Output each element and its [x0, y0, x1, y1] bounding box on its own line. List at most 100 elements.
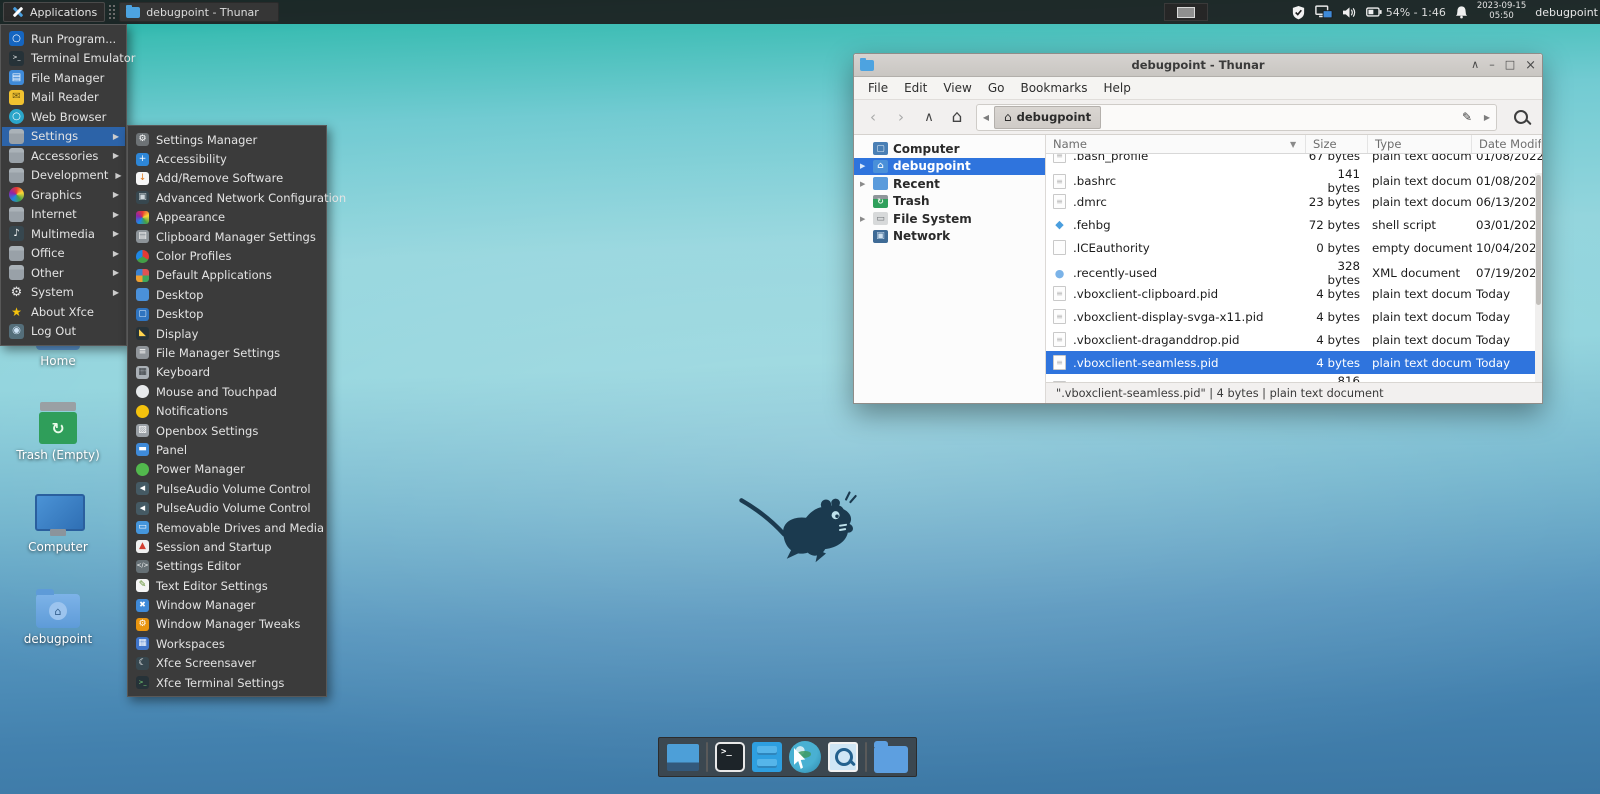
home-button[interactable]: ⌂: [944, 104, 970, 130]
column-header[interactable]: Date Modified: [1472, 135, 1542, 153]
volume-icon[interactable]: [1342, 6, 1357, 19]
forward-button[interactable]: ›: [888, 104, 914, 130]
submenu-item[interactable]: ▢ Desktop: [129, 305, 325, 324]
terminal-launcher-icon[interactable]: >_: [715, 742, 745, 772]
file-row[interactable]: ≡ .bash_profile 67 bytes plain text docu…: [1046, 154, 1542, 167]
submenu-item[interactable]: ◣ Display: [129, 324, 325, 343]
file-row[interactable]: ● .recently-used 328 bytes XML document …: [1046, 259, 1542, 287]
panel-grip[interactable]: [109, 5, 116, 19]
scrollbar-thumb[interactable]: [1536, 175, 1541, 305]
file-row[interactable]: ◆ .fehbg 72 bytes shell script 03/01/202…: [1046, 213, 1542, 236]
file-manager-launcher-icon[interactable]: [752, 742, 782, 772]
menu-bar-item[interactable]: File: [860, 81, 896, 95]
submenu-item[interactable]: ◀ PulseAudio Volume Control: [129, 498, 325, 517]
submenu-item[interactable]: ⚙ Window Manager Tweaks: [129, 615, 325, 634]
menu-item[interactable]: ⚙ System ▶: [2, 283, 125, 303]
back-button[interactable]: ‹: [860, 104, 886, 130]
menu-bar-item[interactable]: Help: [1096, 81, 1139, 95]
submenu-item[interactable]: Notifications: [129, 401, 325, 420]
submenu-item[interactable]: Desktop: [129, 285, 325, 304]
submenu-item[interactable]: Mouse and Touchpad: [129, 382, 325, 401]
file-row[interactable]: ≡ .dmrc 23 bytes plain text document 06/…: [1046, 190, 1542, 213]
desktop-icon[interactable]: Computer: [10, 494, 106, 554]
path-scroll-left-icon[interactable]: ◀: [978, 106, 994, 129]
sidebar-item[interactable]: ▶ Recent: [854, 175, 1045, 193]
edit-path-icon[interactable]: ✎: [1455, 106, 1479, 129]
submenu-item[interactable]: ▦ Keyboard: [129, 363, 325, 382]
workspace-switcher[interactable]: [1164, 3, 1208, 21]
menu-item[interactable]: Internet ▶: [2, 205, 125, 225]
applications-button[interactable]: Applications: [3, 2, 106, 22]
sidebar-item[interactable]: ▶ ▢ Computer: [854, 140, 1045, 158]
sidebar-item[interactable]: ▶ ⌂ debugpoint: [854, 157, 1045, 175]
column-header[interactable]: Name: [1046, 135, 1306, 153]
column-header[interactable]: Size: [1306, 135, 1368, 153]
submenu-item[interactable]: ✎ Text Editor Settings: [129, 576, 325, 595]
sidebar-item[interactable]: ▶ ▭ File System: [854, 210, 1045, 228]
submenu-item[interactable]: Color Profiles: [129, 246, 325, 265]
file-row[interactable]: .ICEauthority 0 bytes empty document 10/…: [1046, 236, 1542, 259]
submenu-item[interactable]: Appearance: [129, 208, 325, 227]
submenu-item[interactable]: ▨ Openbox Settings: [129, 421, 325, 440]
battery-indicator[interactable]: 54% - 1:46: [1365, 6, 1446, 19]
file-row[interactable]: ≡ .vboxclient-display-svga-x11.pid 4 byt…: [1046, 305, 1542, 328]
submenu-item[interactable]: ▬ Panel: [129, 440, 325, 459]
workspace-preview-icon[interactable]: [667, 743, 699, 771]
minimize-button[interactable]: –: [1489, 59, 1495, 72]
menu-item[interactable]: ♪ Multimedia ▶: [2, 224, 125, 244]
clock[interactable]: 2023-09-15 05:50: [1477, 1, 1526, 22]
desktop-icon[interactable]: Trash (Empty): [10, 402, 106, 462]
menu-bar-item[interactable]: Bookmarks: [1012, 81, 1095, 95]
shade-button[interactable]: ∧: [1471, 59, 1479, 72]
menu-item[interactable]: Accessories ▶: [2, 146, 125, 166]
close-button[interactable]: ×: [1525, 59, 1536, 72]
menu-bar-item[interactable]: Edit: [896, 81, 935, 95]
dock-separator[interactable]: [706, 742, 708, 772]
search-button[interactable]: [1506, 104, 1536, 131]
submenu-item[interactable]: ☾ Xfce Screensaver: [129, 654, 325, 673]
menu-item[interactable]: Development ▶: [2, 166, 125, 186]
column-header[interactable]: Type: [1368, 135, 1472, 153]
scrollbar[interactable]: [1535, 173, 1542, 382]
submenu-item[interactable]: ▦ Workspaces: [129, 634, 325, 653]
submenu-item[interactable]: ≡ File Manager Settings: [129, 343, 325, 362]
expander-icon[interactable]: ▶: [860, 162, 868, 170]
maximize-button[interactable]: □: [1505, 59, 1515, 72]
file-row[interactable]: ≡ .vboxclient-seamless.pid 4 bytes plain…: [1046, 351, 1542, 374]
submenu-item[interactable]: Power Manager: [129, 460, 325, 479]
menu-item[interactable]: Other ▶: [2, 263, 125, 283]
desktop-icon[interactable]: debugpoint: [10, 588, 106, 646]
location-button[interactable]: ⌂ debugpoint: [994, 105, 1102, 129]
file-row[interactable]: ≡ .vboxclient-draganddrop.pid 4 bytes pl…: [1046, 328, 1542, 351]
submenu-item[interactable]: ▣ Advanced Network Configuration: [129, 188, 346, 207]
submenu-item[interactable]: ✖ Window Manager: [129, 595, 325, 614]
path-scroll-right-icon[interactable]: ▶: [1479, 106, 1495, 129]
submenu-item[interactable]: Default Applications: [129, 266, 325, 285]
menu-item[interactable]: Graphics ▶: [2, 185, 125, 205]
taskbar-window-button[interactable]: debugpoint - Thunar: [119, 2, 280, 22]
file-row[interactable]: ≡ .vboxclient-clipboard.pid 4 bytes plai…: [1046, 282, 1542, 305]
submenu-item[interactable]: </> Settings Editor: [129, 557, 325, 576]
submenu-item[interactable]: ▤ Clipboard Manager Settings: [129, 227, 325, 246]
active-workspace[interactable]: [1177, 6, 1195, 18]
menu-item[interactable]: ★ About Xfce ▶: [2, 302, 125, 322]
menu-bar-item[interactable]: View: [935, 81, 979, 95]
menu-item[interactable]: Settings ▶: [2, 126, 125, 146]
menu-item[interactable]: ○ Web Browser ▶: [2, 107, 125, 127]
title-bar[interactable]: debugpoint - Thunar ∧ – □ ×: [854, 54, 1542, 77]
menu-item[interactable]: Office ▶: [2, 244, 125, 264]
up-button[interactable]: ∧: [916, 104, 942, 130]
folder-launcher-icon[interactable]: [874, 740, 908, 773]
menu-item[interactable]: ✉ Mail Reader ▶: [2, 88, 125, 108]
submenu-item[interactable]: ◀ PulseAudio Volume Control: [129, 479, 325, 498]
menu-item[interactable]: ▤ File Manager ▶: [2, 68, 125, 88]
submenu-item[interactable]: ▭ Removable Drives and Media: [129, 518, 325, 537]
app-finder-launcher-icon[interactable]: [828, 742, 858, 772]
submenu-item[interactable]: ▲ Session and Startup: [129, 537, 325, 556]
sidebar-item[interactable]: ▶ ↻ Trash: [854, 193, 1045, 211]
expander-icon[interactable]: ▶: [860, 215, 868, 223]
submenu-item[interactable]: + Accessibility: [129, 149, 325, 168]
expander-icon[interactable]: ▶: [860, 180, 868, 188]
sidebar-item[interactable]: ▶ ▣ Network: [854, 228, 1045, 246]
file-row[interactable]: ≡ .bashrc 141 bytes plain text document …: [1046, 167, 1542, 195]
